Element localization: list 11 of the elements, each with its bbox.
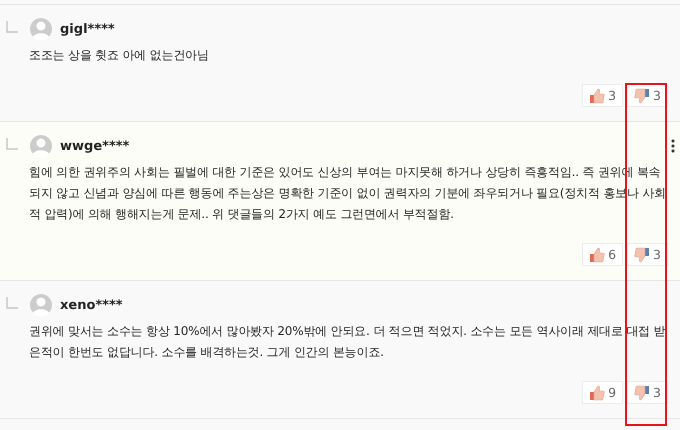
dislike-button[interactable]: 3 [627,84,668,107]
username: gigl**** [60,22,115,36]
dislike-button[interactable]: 3 [627,381,668,404]
like-button[interactable]: 3 [582,84,624,107]
username: xeno**** [60,298,123,312]
like-button[interactable]: 9 [582,381,624,404]
dislike-button[interactable]: 3 [627,243,668,266]
like-button[interactable]: 6 [582,243,624,266]
comment-text: 권위에 맞서는 소수는 항상 10%에서 많아봤자 20%밖에 안되요. 더 적으면 적었지. 소수는 모든 역사이래 제대로 대접 받은적이 한번도 없답니다. 소수를 배격하는것. 그게 인간의 본능이죠. [29,323,666,361]
username: wwge**** [60,138,130,154]
comment-text: 조조는 상을 췻죠 아에 없는건아님 [29,47,210,64]
